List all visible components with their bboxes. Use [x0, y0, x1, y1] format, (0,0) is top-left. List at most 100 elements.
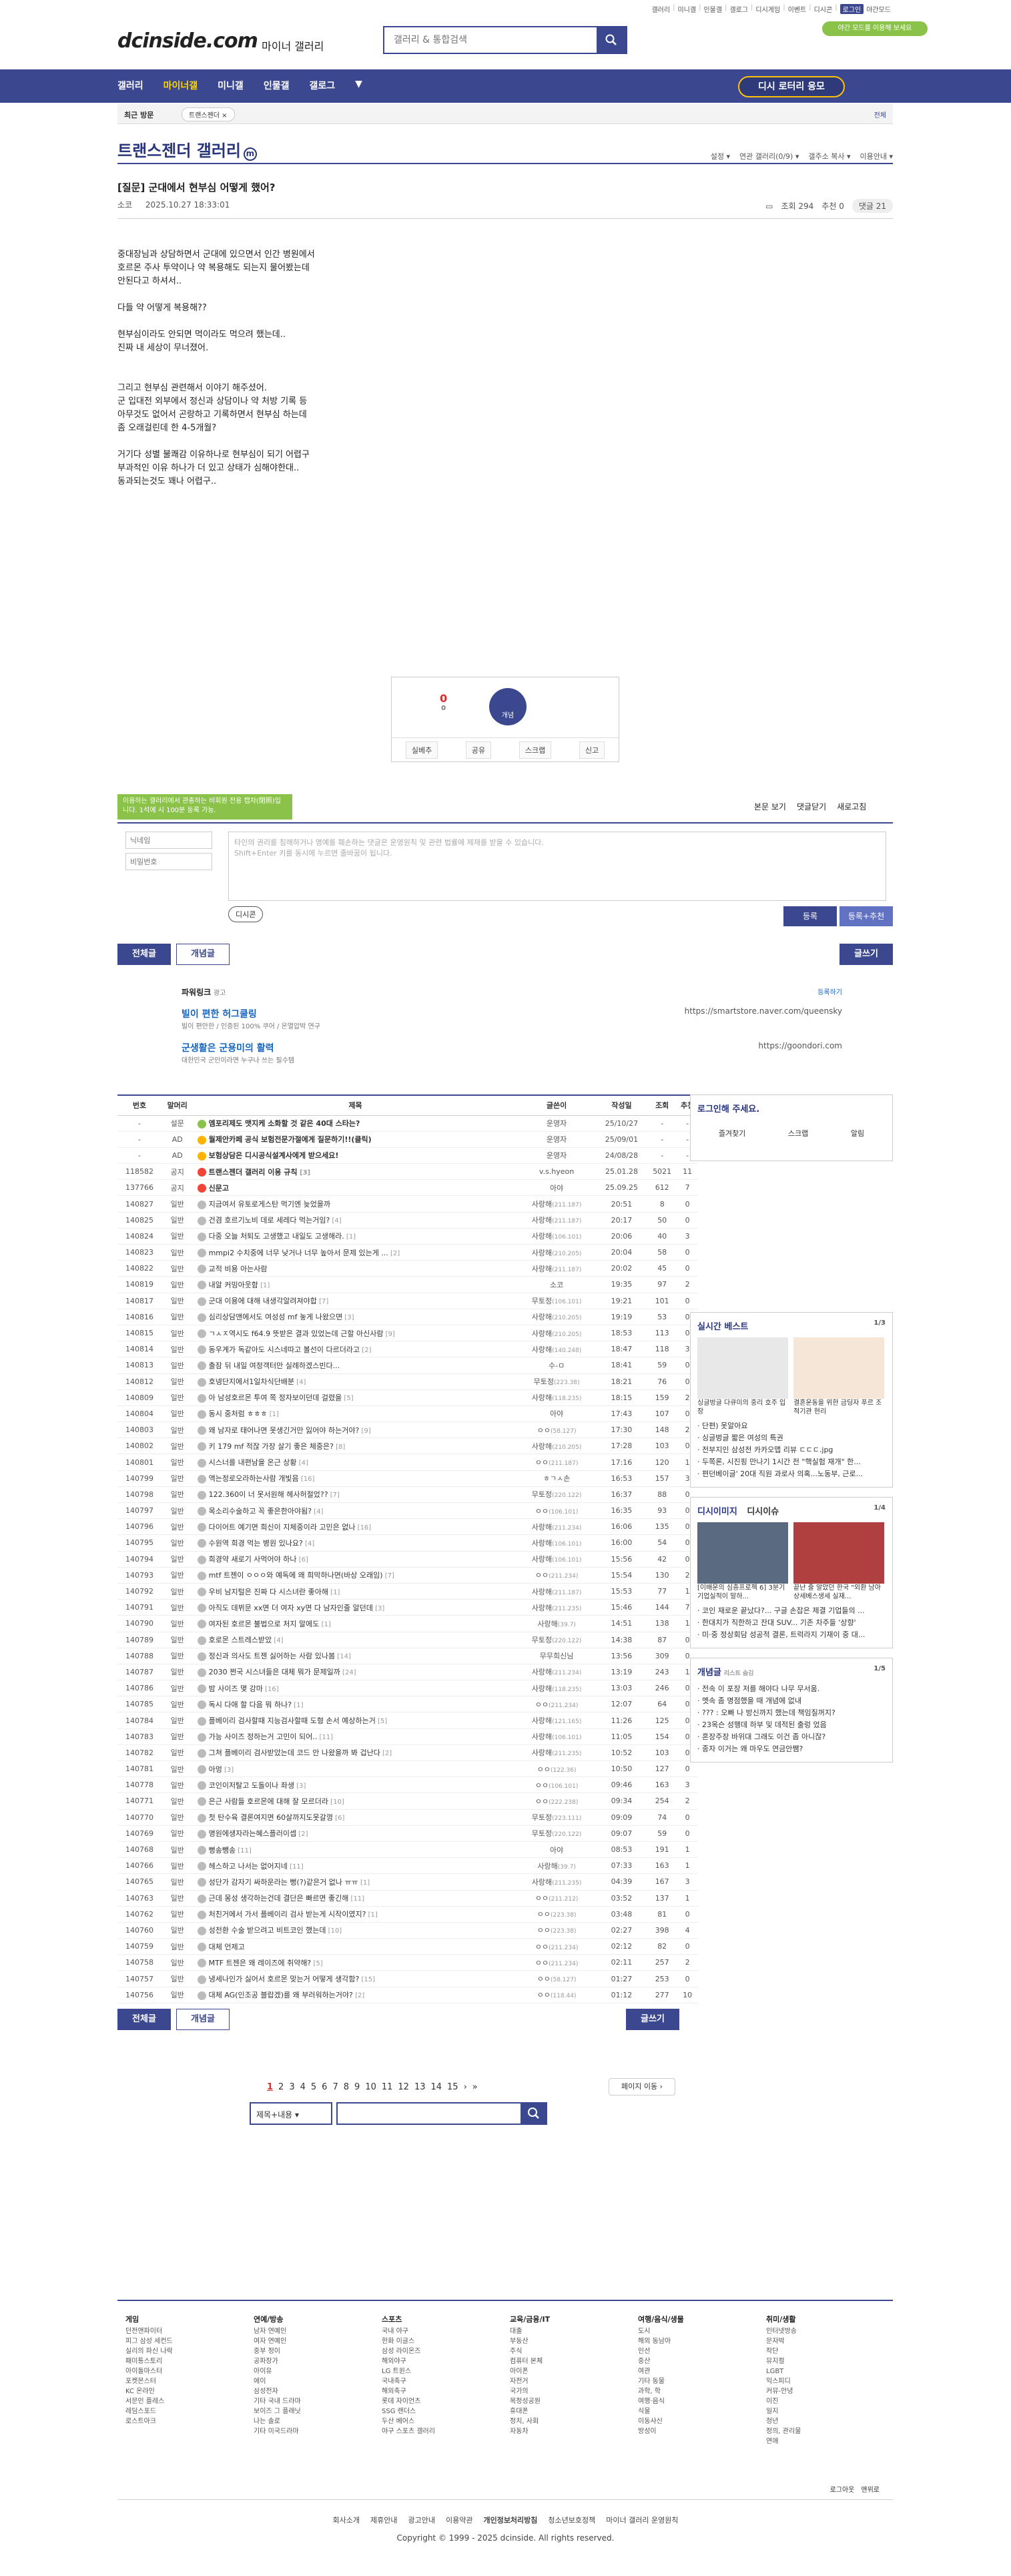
footer-link[interactable]: 여행·음식 [638, 2396, 738, 2406]
login-shortcut[interactable]: 알림 [851, 1128, 864, 1139]
writer-nick[interactable]: ㅇㅇ [537, 1991, 551, 1999]
footer-link[interactable]: 청년 [766, 2417, 866, 2427]
issue-sub[interactable]: 디시이슈 [747, 1507, 779, 1517]
comment-count[interactable]: [10] [328, 1799, 344, 1806]
comment-count[interactable]: [10] [326, 1927, 342, 1935]
page-jump-button[interactable]: 페이지 이동 › [609, 2078, 675, 2096]
post-subject[interactable]: 근데 몽성 생각하는건데 결단은 빠르면 좋긴해 [11] [193, 1890, 518, 1907]
comment-count[interactable]: [5] [376, 1718, 387, 1725]
footer-link[interactable]: 문자박 [766, 2336, 866, 2346]
post-subject-text[interactable]: 대체 언제고 [209, 1943, 245, 1951]
best-item[interactable]: · 편던베이글' 20대 직원 과로사 의혹...노동부, 근로... [697, 1468, 886, 1480]
gallery-title[interactable]: 트랜스젠더 갤러리 [117, 141, 241, 160]
board-search-input[interactable] [336, 2102, 523, 2125]
table-row[interactable]: 118582 공지 트랜스젠더 갤러리 이용 규칙 [3] v.s.hyeon 25.0… [117, 1163, 698, 1181]
comment-count[interactable]: [3] [222, 1766, 234, 1774]
footer-link[interactable]: 삼성전자 [254, 2386, 354, 2396]
post-subject[interactable]: 대체 AG(인조공 블랍겠)를 왜 부러워하는거야? [2] [193, 1987, 518, 2003]
footer-column-title[interactable]: 스포츠 [382, 2314, 482, 2324]
table-row[interactable]: 140787 일반 2030 쩐국 시스녀들은 대체 뭐가 문제일까 [24] 사랑해… [117, 1664, 698, 1681]
post-writer[interactable]: 무토정(220.122) [517, 1825, 596, 1842]
table-row[interactable]: 140827 일반 지금여서 유토로게스탄 먹기엔 늦었을까 사랑해(211.187)… [117, 1195, 698, 1213]
post-action-button[interactable]: 실베추 [405, 741, 438, 759]
post-subject[interactable]: 희경약 새로기 사먹어야 하나 [6] [193, 1551, 518, 1568]
footer-link[interactable]: 던전앤파이터 [125, 2326, 226, 2336]
comment-count[interactable]: [16] [263, 1686, 279, 1693]
board-search-button[interactable] [521, 2102, 547, 2125]
post-subject-text[interactable]: 처친거에서 가서 플베이리 검사 받는게 시작이였지? [209, 1910, 366, 1919]
post-subject-text[interactable]: 목소리수술하고 꼭 좋은한아야됨? [209, 1507, 312, 1516]
table-row[interactable]: - AD 보험상담은 디시공식설계사에게 받으세요! 운영자 24/08/28- - [117, 1147, 698, 1165]
ad-item[interactable]: 군생활은 군용미의 활력 대한민국 군인이라면 누구나 쓰는 필수템 https… [182, 1041, 856, 1064]
ad-item[interactable]: 빌이 편한 허그쿨링 빌이 편안한 / 인증된 100% 쿠어 / 온열압박 연… [182, 1006, 856, 1030]
post-subject-text[interactable]: 근데 몽성 생각하는건데 결단은 빠르면 좋긴해 [209, 1894, 349, 1903]
post-subject-text[interactable]: 코인이저탈고 도돌이나 좌생 [209, 1781, 294, 1790]
writer-nick[interactable]: 수-ㅁ [549, 1361, 565, 1370]
post-subject[interactable]: 호로몬 스트레스받았 [4] [193, 1632, 518, 1648]
writer-nick[interactable]: 사랑해 [532, 1329, 552, 1338]
writer-nick[interactable]: 운영자 [547, 1119, 567, 1128]
best-posts-button[interactable]: 개념글 [176, 2009, 230, 2030]
footer-link[interactable]: 나는 솔로 [254, 2417, 354, 2427]
table-row[interactable]: 140769 일반 명원에생자라는혜스플러이셉 [2] 무토정(220.122) 09:… [117, 1825, 698, 1842]
table-row[interactable]: 140770 일반 첫 탄수육 결론여지면 60살까지도못갈껑 [6] 무토정(223… [117, 1809, 698, 1826]
post-writer[interactable]: 사랑해(211.234) [517, 1518, 596, 1536]
writer-nick[interactable]: 사랑해 [532, 1232, 552, 1241]
comment-count[interactable]: [3] [342, 1314, 354, 1321]
comment-count[interactable]: [15] [359, 1976, 376, 1983]
post-writer[interactable]: ㅎㄱㅅ손 [517, 1470, 596, 1487]
post-subject-text[interactable]: 가능 사이즈 정하는거 고민이 되어.. [209, 1732, 318, 1741]
post-subject[interactable]: 122.360이 너 못서원해 헤사허절었?? [7] [193, 1486, 518, 1504]
writer-nick[interactable]: 사랑해 [532, 1604, 552, 1612]
footer-bottom-link[interactable]: 회사소개 [333, 2516, 360, 2525]
post-subject-text[interactable]: 헤스하고 나서는 없어지네 [209, 1862, 288, 1871]
page-link[interactable]: 5 [311, 2082, 316, 2092]
post-writer[interactable]: 사랑해(210.205) [517, 1309, 596, 1325]
post-writer[interactable]: ㅇㅇ(211.234) [517, 1938, 596, 1955]
page-link[interactable]: 13 [414, 2082, 426, 2092]
writer-nick[interactable]: 사랑해 [532, 1442, 552, 1451]
post-subject-text[interactable]: 정신과 의사도 트젠 싫어하는 사람 있나봄 [209, 1652, 336, 1660]
nav-item[interactable]: 인물갤 [264, 79, 290, 92]
comment-count[interactable]: [9] [359, 1427, 371, 1435]
comment-count[interactable]: [5] [342, 1395, 353, 1402]
post-subject[interactable]: 처친거에서 가서 플베이리 검사 받는게 시작이였지? [1] [193, 1906, 518, 1923]
post-subject-text[interactable]: 독시 다애 할 다음 뭐 하나? [209, 1700, 292, 1709]
nav-item[interactable]: 미니갤 [218, 79, 244, 92]
post-writer[interactable]: 사랑해(210.205) [517, 1325, 596, 1342]
footer-link[interactable]: 뮤지컬 [766, 2356, 866, 2366]
issue-thumb[interactable]: [이배운의 심층프로젝 6] 3분기 기업실적이 말하... [697, 1522, 788, 1601]
recent-visit-item[interactable]: 트랜스젠더 × [182, 107, 235, 121]
post-subject[interactable]: 호넹단지에서1일차식단배분 [4] [193, 1373, 518, 1390]
post-subject-text[interactable]: 심리상담앤에서도 여성성 mf 놓게 나왔으면 [209, 1313, 343, 1321]
comment-count[interactable]: [2] [296, 1831, 308, 1838]
comment-count[interactable]: [2] [388, 1250, 400, 1257]
writer-nick[interactable]: ㅇㅇ [537, 1426, 551, 1435]
post-subject-text[interactable]: 트랜스젠더 갤러리 이용 규칙 [209, 1168, 298, 1177]
footer-link[interactable]: 아이유 [254, 2366, 354, 2376]
footer-link[interactable]: 기타 국내 드라마 [254, 2396, 354, 2406]
footer-link[interactable]: 이동사신 [638, 2417, 738, 2427]
writer-nick[interactable]: ㅇㅇ [535, 1959, 549, 1967]
writer-nick[interactable]: 무토정 [532, 1813, 552, 1822]
writer-nick[interactable]: 무토정 [532, 1297, 552, 1305]
comment-toolbar-item[interactable]: 본문 보기 [754, 801, 786, 812]
post-subject-text[interactable]: 동우계가 독같아도 시스네따고 볼선이 다르더라고 [209, 1345, 360, 1354]
footer-link[interactable]: 보이즈 그 플래닛 [254, 2406, 354, 2417]
writer-nick[interactable]: ㅇㅇ [537, 1975, 551, 1983]
post-subject-text[interactable]: 은근 사람들 호르몬에 대해 잘 모르더라 [209, 1797, 328, 1806]
writer-nick[interactable]: 사랑해 [532, 1200, 552, 1209]
post-writer[interactable]: 사랑해(39.7) [517, 1857, 596, 1875]
post-subject-text[interactable]: 첫 탄수육 결론여지면 60살까지도못갈껑 [209, 1813, 333, 1822]
footer-bottom-link[interactable]: 제휴안내 [370, 2516, 397, 2525]
writer-nick[interactable]: 아야 [550, 1184, 563, 1193]
comment-count[interactable]: [1] [292, 1702, 303, 1709]
all-posts-button[interactable]: 전체글 [117, 944, 171, 965]
post-subject-text[interactable]: 시스너를 내편남을 온근 상황 [209, 1458, 297, 1467]
post-subject[interactable]: 은근 사람들 호르몬에 대해 잘 모르더라 [10] [193, 1793, 518, 1810]
footer-link[interactable]: 과학, 학 [638, 2386, 738, 2396]
login-shortcut[interactable]: 스크랩 [788, 1128, 808, 1139]
logo-subtitle[interactable]: 마이너 갤러리 [262, 37, 324, 53]
post-writer[interactable]: 사랑해(211.235) [517, 1744, 596, 1762]
post-subject[interactable]: 그쳐 플베이리 검사받았는데 코드 안 나왔을까 봐 겁난다 [2] [193, 1744, 518, 1762]
